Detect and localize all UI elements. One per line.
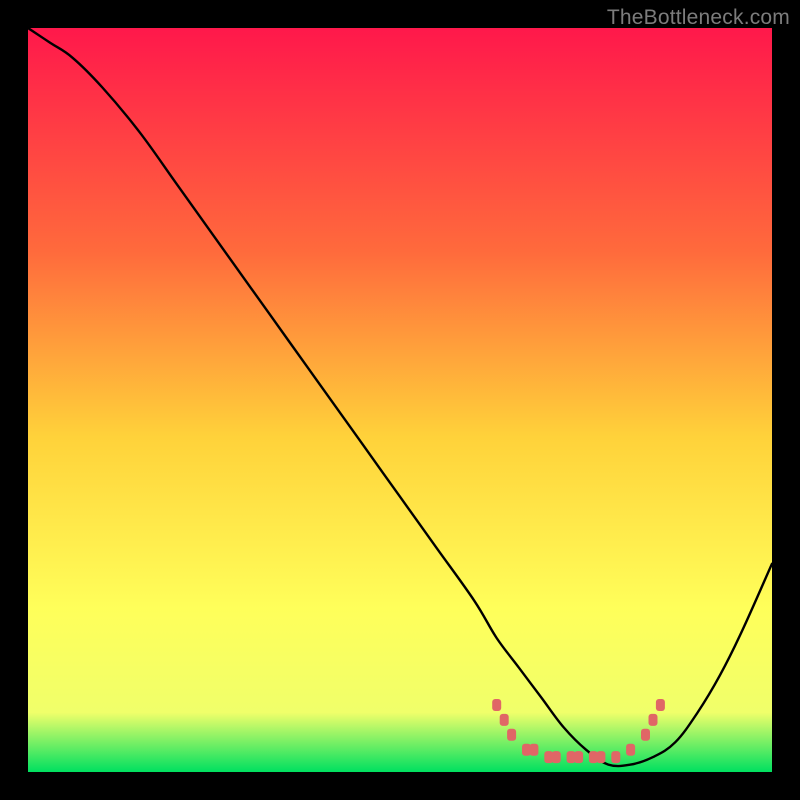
plot-area <box>28 28 772 772</box>
optimal-marker <box>529 744 538 756</box>
gradient-background <box>28 28 772 772</box>
optimal-marker <box>492 699 501 711</box>
optimal-marker <box>596 751 605 763</box>
optimal-marker <box>649 714 658 726</box>
optimal-marker <box>656 699 665 711</box>
optimal-marker <box>574 751 583 763</box>
optimal-marker <box>641 729 650 741</box>
chart-stage: TheBottleneck.com <box>0 0 800 800</box>
optimal-marker <box>507 729 516 741</box>
bottleneck-chart <box>28 28 772 772</box>
optimal-marker <box>500 714 509 726</box>
watermark-text: TheBottleneck.com <box>607 6 790 30</box>
optimal-marker <box>626 744 635 756</box>
optimal-marker <box>552 751 561 763</box>
optimal-marker <box>611 751 620 763</box>
